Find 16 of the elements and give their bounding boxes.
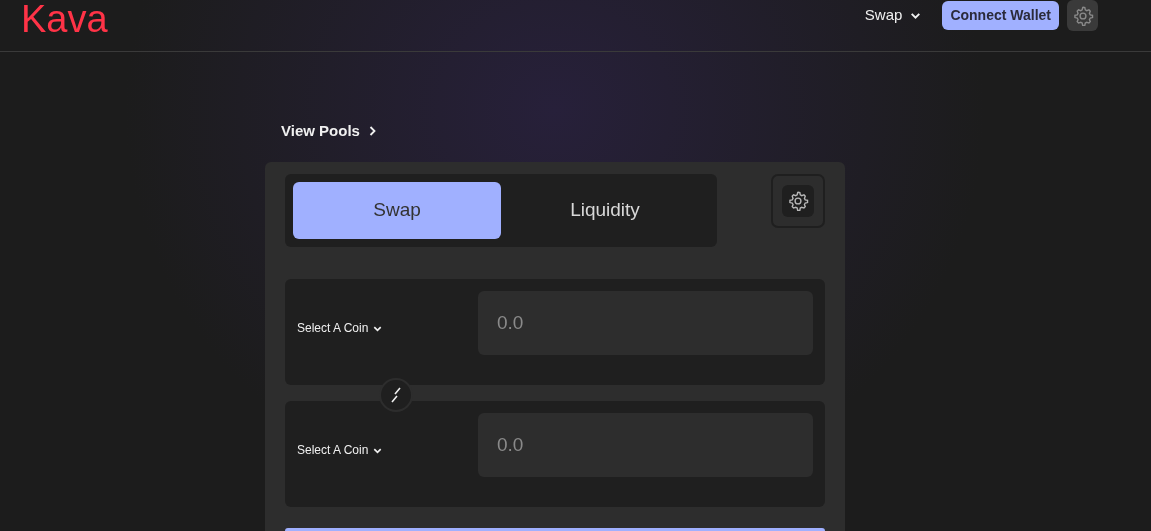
amount-field[interactable]: 0.0 <box>478 291 813 355</box>
settings-icon <box>782 185 814 217</box>
slash-icon <box>389 386 403 404</box>
settings-icon <box>1071 4 1094 27</box>
coin-selector[interactable]: Select A Coin <box>297 319 478 337</box>
settings-button[interactable] <box>771 174 825 228</box>
swap-menu[interactable]: Swap <box>864 4 923 27</box>
chevron-right-icon <box>367 125 377 137</box>
tab[interactable]: Liquidity <box>501 182 709 239</box>
settings-button[interactable] <box>1067 0 1098 31</box>
tab[interactable]: Swap <box>293 182 501 239</box>
amount-field[interactable]: 0.0 <box>478 413 813 477</box>
view-pools-link[interactable]: View Pools <box>281 121 845 141</box>
logo[interactable]: Kava <box>21 0 108 38</box>
coin-selector[interactable]: Select A Coin <box>297 441 478 459</box>
connect-wallet-button[interactable]: Connect Wallet <box>942 1 1059 30</box>
